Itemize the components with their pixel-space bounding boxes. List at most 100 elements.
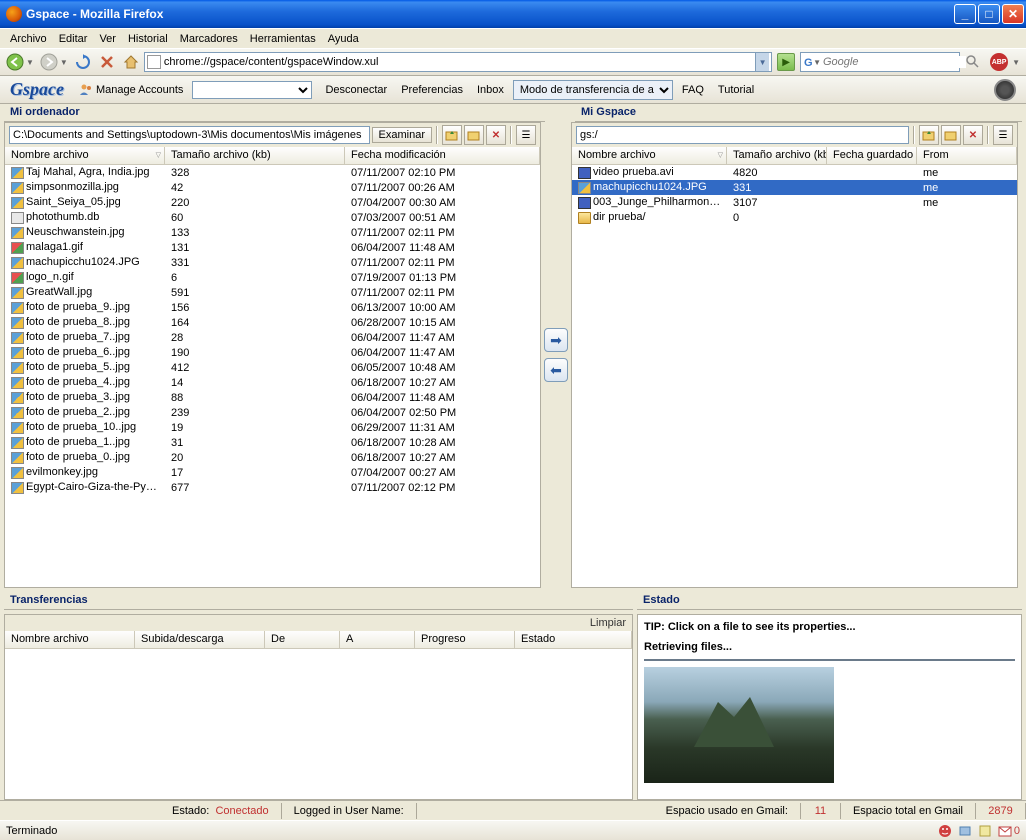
back-button[interactable] (4, 51, 26, 73)
table-row[interactable]: simpsonmozilla.jpg4207/11/2007 00:26 AM (5, 180, 540, 195)
smiley-icon[interactable] (938, 824, 952, 838)
col-saved[interactable]: Fecha guardado (827, 147, 917, 164)
menu-historial[interactable]: Historial (122, 31, 174, 47)
close-button[interactable]: ✕ (1002, 4, 1024, 24)
menu-ayuda[interactable]: Ayuda (322, 31, 365, 47)
col-estado[interactable]: Estado (515, 631, 632, 648)
table-row[interactable]: foto de prueba_6..jpg19006/04/2007 11:47… (5, 345, 540, 360)
transfer-mode-select[interactable]: Modo de transferencia de archivos (513, 80, 673, 100)
table-row[interactable]: logo_n.gif607/19/2007 01:13 PM (5, 270, 540, 285)
table-row[interactable]: foto de prueba_5..jpg41206/05/2007 10:48… (5, 360, 540, 375)
col-updown[interactable]: Subida/descarga (135, 631, 265, 648)
file-icon (11, 452, 24, 464)
search-engine-dropdown[interactable]: ▼ (813, 58, 821, 67)
table-row[interactable]: photothumb.db6007/03/2007 00:51 AM (5, 210, 540, 225)
local-path-input[interactable] (9, 126, 370, 144)
menu-archivo[interactable]: Archivo (4, 31, 53, 47)
gmail-icon[interactable] (998, 824, 1012, 838)
remote-props-button[interactable]: ☰ (993, 125, 1013, 145)
table-row[interactable]: machupicchu1024.JPG33107/11/2007 02:11 P… (5, 255, 540, 270)
limpiar-button[interactable]: Limpiar (590, 617, 626, 629)
table-row[interactable]: foto de prueba_3..jpg8806/04/2007 11:48 … (5, 390, 540, 405)
manage-accounts-button[interactable]: Manage Accounts (74, 80, 188, 100)
local-path-bar: Examinar ✕ ☰ (5, 123, 540, 147)
table-row[interactable]: foto de prueba_9..jpg15606/13/2007 10:00… (5, 300, 540, 315)
url-input[interactable] (164, 56, 755, 68)
remote-up-button[interactable] (919, 125, 939, 145)
reload-button[interactable] (72, 51, 94, 73)
col-de[interactable]: De (265, 631, 340, 648)
table-row[interactable]: foto de prueba_7..jpg2806/04/2007 11:47 … (5, 330, 540, 345)
forward-dropdown-icon[interactable]: ▼ (60, 58, 68, 67)
back-dropdown-icon[interactable]: ▼ (26, 58, 34, 67)
search-bar[interactable]: G ▼ (800, 52, 960, 72)
transfers-pane: Limpiar Nombre archivo Subida/descarga D… (4, 614, 633, 800)
table-row[interactable]: evilmonkey.jpg1707/04/2007 00:27 AM (5, 465, 540, 480)
forward-button[interactable] (38, 51, 60, 73)
table-row[interactable]: foto de prueba_2..jpg23906/04/2007 02:50… (5, 405, 540, 420)
home-button[interactable] (120, 51, 142, 73)
download-button[interactable]: ⬅ (544, 358, 568, 382)
table-row[interactable]: foto de prueba_1..jpg3106/18/2007 10:28 … (5, 435, 540, 450)
local-newfolder-button[interactable] (464, 125, 484, 145)
local-file-list[interactable]: Taj Mahal, Agra, India.jpg32807/11/2007 … (5, 165, 540, 587)
menu-herramientas[interactable]: Herramientas (244, 31, 322, 47)
stop-button[interactable] (96, 51, 118, 73)
remote-newfolder-button[interactable] (941, 125, 961, 145)
table-row[interactable]: video prueba.avi4820me (572, 165, 1017, 180)
url-dropdown-icon[interactable]: ▼ (755, 53, 769, 71)
table-row[interactable]: malaga1.gif13106/04/2007 11:48 AM (5, 240, 540, 255)
minimize-button[interactable]: _ (954, 4, 976, 24)
table-row[interactable]: GreatWall.jpg59107/11/2007 02:11 PM (5, 285, 540, 300)
table-row[interactable]: machupicchu1024.JPG331me (572, 180, 1017, 195)
remote-file-list[interactable]: video prueba.avi4820memachupicchu1024.JP… (572, 165, 1017, 587)
local-props-button[interactable]: ☰ (516, 125, 536, 145)
tutorial-button[interactable]: Tutorial (713, 81, 759, 99)
remote-delete-button[interactable]: ✕ (963, 125, 983, 145)
maximize-button[interactable]: □ (978, 4, 1000, 24)
table-row[interactable]: dir prueba/0 (572, 210, 1017, 225)
col-name[interactable]: Nombre archivo▽ (5, 147, 165, 164)
table-row[interactable]: Neuschwanstein.jpg13307/11/2007 02:11 PM (5, 225, 540, 240)
menu-editar[interactable]: Editar (53, 31, 94, 47)
col-size[interactable]: Tamaño archivo (kb) (165, 147, 345, 164)
col-modified[interactable]: Fecha modificación (345, 147, 540, 164)
menu-marcadores[interactable]: Marcadores (174, 31, 244, 47)
menu-ver[interactable]: Ver (93, 31, 122, 47)
col-name[interactable]: Nombre archivo (5, 631, 135, 648)
delete-icon: ✕ (492, 130, 500, 141)
script-icon[interactable] (978, 824, 992, 838)
account-select[interactable] (192, 81, 312, 99)
col-from[interactable]: From (917, 147, 1017, 164)
col-progreso[interactable]: Progreso (415, 631, 515, 648)
faq-button[interactable]: FAQ (677, 81, 709, 99)
extension-icon[interactable] (958, 824, 972, 838)
table-row[interactable]: foto de prueba_10..jpg1906/29/2007 11:31… (5, 420, 540, 435)
table-row[interactable]: foto de prueba_0..jpg2006/18/2007 10:27 … (5, 450, 540, 465)
preferencias-button[interactable]: Preferencias (396, 81, 468, 99)
inbox-button[interactable]: Inbox (472, 81, 509, 99)
examinar-button[interactable]: Examinar (372, 127, 432, 143)
local-delete-button[interactable]: ✕ (486, 125, 506, 145)
url-bar[interactable]: ▼ (144, 52, 772, 72)
transfers-list[interactable] (5, 649, 632, 799)
adblock-icon[interactable]: ABP (990, 53, 1008, 71)
go-button[interactable]: ▶ (777, 53, 795, 71)
table-row[interactable]: Taj Mahal, Agra, India.jpg32807/11/2007 … (5, 165, 540, 180)
table-row[interactable]: foto de prueba_4..jpg1406/18/2007 10:27 … (5, 375, 540, 390)
col-size[interactable]: Tamaño archivo (kb) (727, 147, 827, 164)
table-row[interactable]: 003_Junge_Philharmonie_Koeln-Vi...3107me (572, 195, 1017, 210)
col-a[interactable]: A (340, 631, 415, 648)
desconectar-button[interactable]: Desconectar (320, 81, 392, 99)
table-row[interactable]: foto de prueba_8..jpg16406/28/2007 10:15… (5, 315, 540, 330)
table-row[interactable]: Saint_Seiya_05.jpg22007/04/2007 00:30 AM (5, 195, 540, 210)
adblock-dropdown[interactable]: ▼ (1012, 58, 1020, 67)
search-go-button[interactable] (962, 51, 984, 73)
table-row[interactable]: Egypt-Cairo-Giza-the-Pyramids-1-B...6770… (5, 480, 540, 495)
upload-button[interactable]: ➡ (544, 328, 568, 352)
estado-body[interactable]: TIP: Click on a file to see its properti… (638, 615, 1021, 799)
local-up-button[interactable] (442, 125, 462, 145)
search-input[interactable] (823, 56, 966, 68)
remote-path-input[interactable] (576, 126, 909, 144)
col-name[interactable]: Nombre archivo▽ (572, 147, 727, 164)
